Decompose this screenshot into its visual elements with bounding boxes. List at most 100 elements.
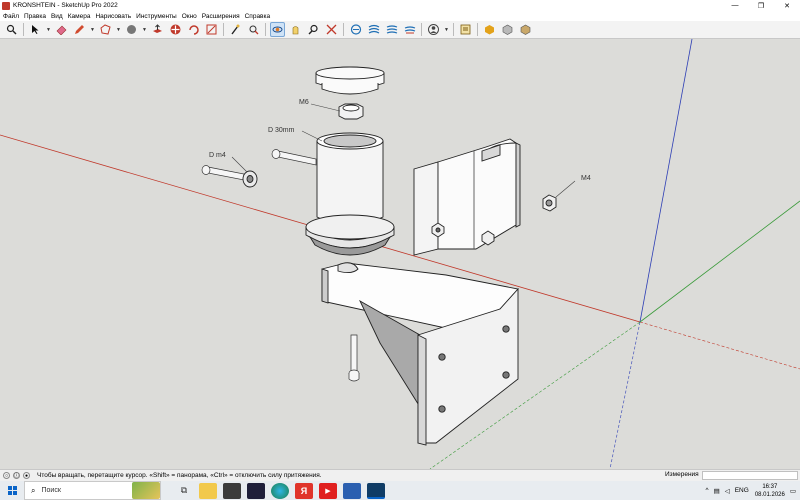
menu-help[interactable]: Справка [245,13,271,20]
cap-nut [315,66,385,95]
menu-window[interactable]: Окно [182,13,197,20]
tray-arrow-icon[interactable]: ^ [706,487,709,494]
search-highlight-image [132,482,160,499]
components-icon[interactable] [500,22,515,37]
paint-icon[interactable] [124,22,139,37]
label-m4: M4 [581,175,591,182]
move-icon[interactable] [168,22,183,37]
select-icon[interactable] [28,22,43,37]
toolbar-separator [223,23,224,36]
pan-icon[interactable] [288,22,303,37]
pencil-dropdown-icon[interactable]: ▼ [90,27,95,33]
store-icon[interactable] [223,482,241,499]
toolbar-separator [23,23,24,36]
media-icon[interactable] [343,482,361,499]
eraser-icon[interactable] [54,22,69,37]
long-bolt [271,149,317,166]
extension-icon[interactable] [482,22,497,37]
left-bolt [201,165,245,181]
terminal-icon[interactable] [247,482,265,499]
m6-nut [338,103,364,120]
vertical-bolt [348,334,360,382]
toolbar-separator [265,23,266,36]
clamp-bracket [413,138,521,256]
model-viewport[interactable]: M6 D 30mm D m4 M4 [0,39,800,469]
language-indicator[interactable]: ENG [735,487,749,494]
menu-camera[interactable]: Камера [68,13,91,20]
menu-edit[interactable]: Правка [24,13,46,20]
blue-axis-negative [609,321,641,469]
label-washer: D m4 [209,152,226,159]
title-bar: KRONSHTEIN - SketchUp Pro 2022 — ❐ ✕ [0,0,800,11]
system-tray: ^ ▤ ◁ ENG 16:37 08.01.2026 ▭ [701,481,797,500]
select-dropdown-icon[interactable]: ▼ [46,27,51,33]
search-icon: ⌕ [31,485,36,495]
task-view-icon[interactable]: ⧉ [175,483,193,499]
red-axis-negative [639,321,800,370]
maximize-button[interactable]: ❐ [748,0,774,11]
zoom-icon[interactable] [306,22,321,37]
search-placeholder: Поиск [41,487,61,494]
account-icon[interactable] [426,22,441,37]
close-button[interactable]: ✕ [774,0,800,11]
sketchup-logo-icon [2,1,10,10]
materials-icon[interactable] [518,22,533,37]
scale-icon[interactable] [204,22,219,37]
start-button[interactable] [0,481,24,500]
paint-dropdown-icon[interactable]: ▼ [142,27,147,33]
toolbar-separator [343,23,344,36]
shape-icon[interactable] [98,22,113,37]
geolocation-icon[interactable]: ○ [3,472,10,479]
menu-draw[interactable]: Нарисовать [95,13,131,20]
account-dropdown-icon[interactable]: ▼ [444,27,449,33]
blue-axis [639,39,693,323]
shape-dropdown-icon[interactable]: ▼ [116,27,121,33]
layers-icon[interactable] [366,22,381,37]
window-title: KRONSHTEIN - SketchUp Pro 2022 [13,2,118,9]
measurements-label: Измерения [665,471,699,478]
orbit-icon[interactable] [270,22,285,37]
menu-view[interactable]: Вид [51,13,63,20]
scenes-icon[interactable] [402,22,417,37]
rotate-icon[interactable] [186,22,201,37]
youtube-icon[interactable]: ▶ [319,482,337,499]
toolbar-separator [477,23,478,36]
status-bar: ○ ⓘ ● Чтобы вращать, перетащите курсор. … [0,469,800,481]
notifications-icon[interactable]: ▭ [790,487,796,495]
m4-nut [542,194,557,212]
washer-m4 [242,170,258,188]
menu-extensions[interactable]: Расширения [202,13,240,20]
clock-date: 08.01.2026 [754,491,785,498]
taskbar: ⌕ Поиск ⧉ Я ▶ ^ ▤ ◁ ENG 16:37 08.01.2026… [0,481,800,500]
push-pull-icon[interactable] [150,22,165,37]
minimize-button[interactable]: — [722,0,748,11]
pencil-icon[interactable] [72,22,87,37]
toolbar-separator [421,23,422,36]
menu-file[interactable]: Файл [3,13,19,20]
measurements-field[interactable] [702,471,798,480]
account-status-icon[interactable]: ● [23,472,30,479]
yandex-icon[interactable]: Я [295,482,313,499]
edge-icon[interactable] [271,482,289,499]
credits-icon[interactable]: ⓘ [13,472,20,479]
volume-icon[interactable]: ◁ [725,487,730,495]
search-icon[interactable] [4,22,19,37]
text-icon[interactable] [246,22,261,37]
zoom-extents-icon[interactable] [324,22,339,37]
styles-icon[interactable] [384,22,399,37]
toolbar-separator [453,23,454,36]
menu-tools[interactable]: Инструменты [136,13,177,20]
tape-icon[interactable] [228,22,243,37]
sketchup-taskbar-icon[interactable] [367,482,385,499]
file-explorer-icon[interactable] [199,482,217,499]
model-drawing [0,39,800,469]
warehouse-icon[interactable] [458,22,473,37]
clock[interactable]: 16:37 08.01.2026 [755,483,785,499]
clock-time: 16:37 [762,483,778,490]
network-icon[interactable]: ▤ [714,487,720,495]
main-toolbar: ▼ ▼ ▼ ▼ ▼ [0,21,800,39]
taskbar-search[interactable]: ⌕ Поиск [24,481,161,500]
menu-bar: Файл Правка Вид Камера Нарисовать Инстру… [0,11,800,21]
tube [305,132,395,256]
section-icon[interactable] [348,22,363,37]
